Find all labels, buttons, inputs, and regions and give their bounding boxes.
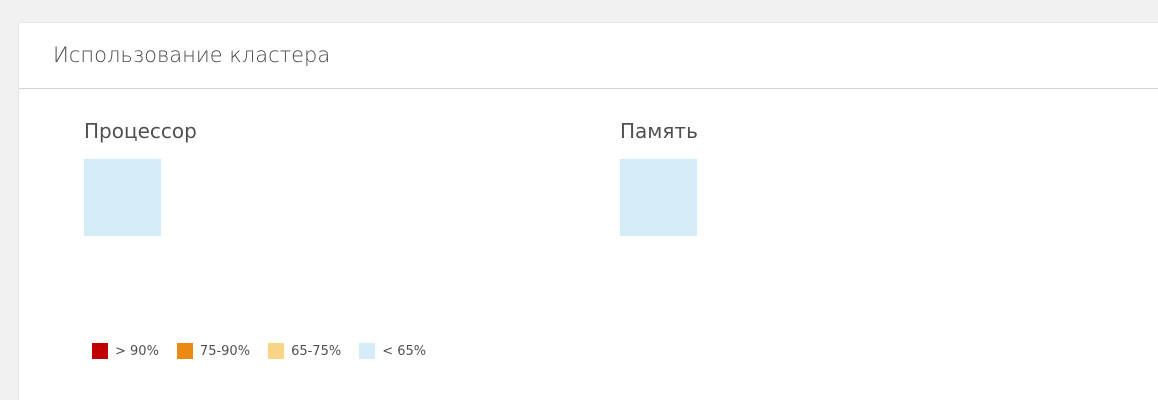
memory-section-title: Память <box>620 119 698 143</box>
legend-swatch-light-blue <box>359 343 376 359</box>
legend-swatch-orange <box>176 343 193 359</box>
card-title: Использование кластера <box>53 43 331 67</box>
legend-item-65-75: 65-75% <box>268 343 341 359</box>
cpu-section-title: Процессор <box>84 119 197 143</box>
legend-swatch-yellow <box>268 343 285 359</box>
cluster-usage-card: Использование кластера Процессор Память … <box>18 22 1158 400</box>
card-header: Использование кластера <box>19 23 1158 89</box>
cpu-heatmap-cell[interactable] <box>84 159 161 236</box>
legend-label: 75-90% <box>199 343 251 359</box>
legend-label: 65-75% <box>291 343 342 359</box>
legend-label: > 90% <box>115 343 159 359</box>
legend-item-75-90: 75-90% <box>176 343 251 359</box>
memory-heatmap-cell[interactable] <box>620 159 697 236</box>
legend-item-under-65: < 65% <box>359 343 426 359</box>
legend-item-over-90: > 90% <box>92 343 159 359</box>
legend-swatch-red <box>92 343 108 359</box>
legend: > 90% 75-90% 65-75% < 65% <box>92 343 444 359</box>
legend-label: < 65% <box>382 343 427 359</box>
